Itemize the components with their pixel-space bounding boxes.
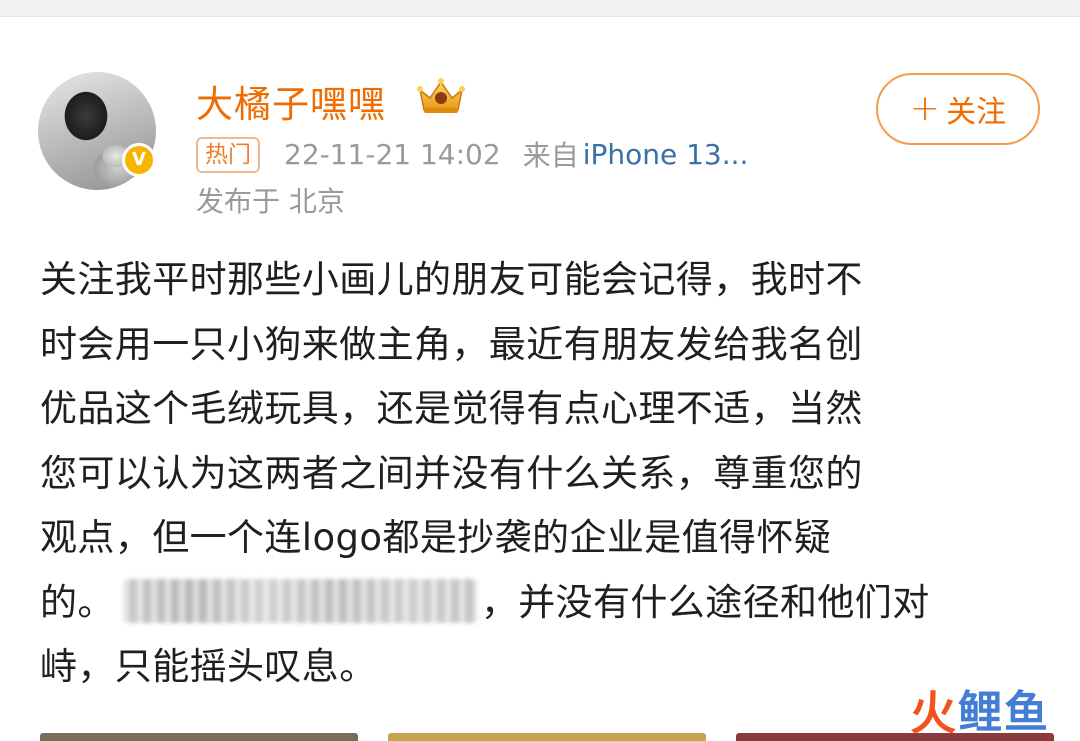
hot-badge: 热门 — [196, 137, 260, 173]
post-line-start: 的。 — [40, 580, 115, 624]
watermark-text: 鲤鱼 — [958, 687, 1050, 738]
post-line: 优品这个毛绒玩具，还是觉得有点心理不适，当然 — [40, 387, 863, 430]
post-line: 观点，但一个连logo都是抄袭的企业是值得怀疑 — [40, 516, 832, 559]
blurred-text — [122, 579, 477, 623]
post-meta: 热门 22-11-21 14:02 来自 iPhone 13... — [196, 134, 748, 174]
source-prefix: 来自 — [522, 139, 579, 172]
post-time[interactable]: 22-11-21 14:02 — [284, 138, 501, 171]
post-line: 峙，只能摇头叹息。 — [40, 645, 377, 688]
crown-icon — [417, 78, 465, 113]
watermark: 火 鲤鱼 — [910, 690, 1050, 736]
follow-label: 关注 — [946, 95, 1007, 130]
post-line: 时会用一只小狗来做主角，最近有朋友发给我名创 — [40, 322, 863, 366]
verified-icon: V — [122, 143, 156, 177]
post-line-blurred: 的。 ，并没有什么途径和他们对 — [40, 571, 1050, 636]
follow-button[interactable]: + 关注 — [876, 73, 1040, 145]
post-location: 发布于 北京 — [196, 185, 345, 218]
top-divider — [0, 0, 1080, 17]
username[interactable]: 大橘子嘿嘿 — [196, 74, 386, 128]
post-body: 关注我平时那些小画儿的朋友可能会记得，我时不 时会用一只小狗来做主角，最近有朋友… — [40, 248, 1050, 700]
plus-icon: + — [909, 88, 941, 129]
watermark-fire: 火 — [910, 686, 956, 740]
source-device-link[interactable]: iPhone 13... — [583, 138, 749, 171]
image-thumbnail[interactable] — [40, 733, 358, 741]
post-line-end: ，并没有什么途径和他们对 — [480, 580, 930, 624]
post-line: 您可以认为这两者之间并没有什么关系，尊重您的 — [40, 451, 863, 495]
image-thumbnail[interactable] — [388, 733, 706, 741]
post-line: 关注我平时那些小画儿的朋友可能会记得，我时不 — [40, 258, 863, 301]
